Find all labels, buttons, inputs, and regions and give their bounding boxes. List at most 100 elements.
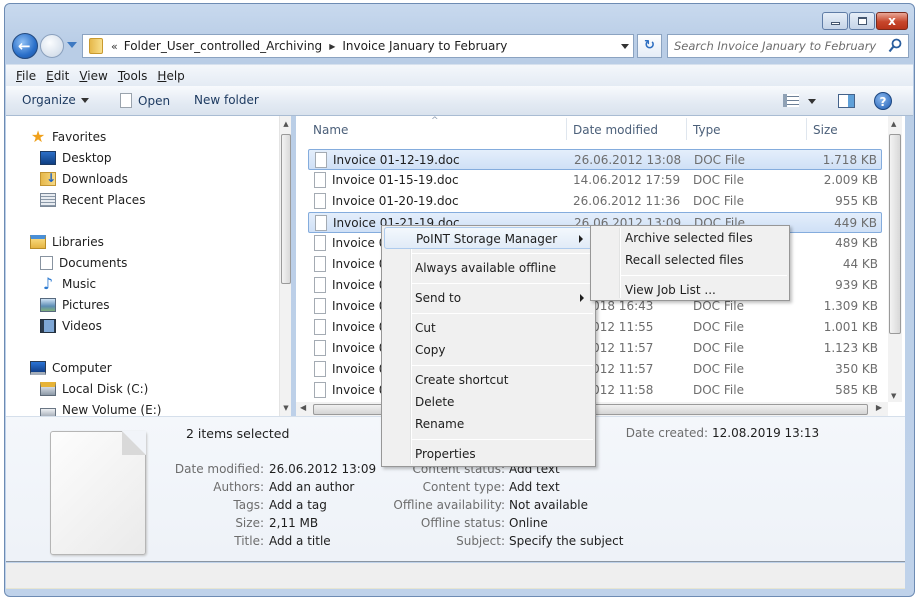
organize-label: Organize: [22, 93, 76, 107]
menu-item-properties[interactable]: Properties: [384, 443, 593, 465]
maximize-button[interactable]: [849, 12, 875, 30]
file-date-modified: 26.06.2012 13:08: [574, 153, 682, 167]
pictures-icon: [40, 298, 56, 312]
sidebar-item-downloads[interactable]: Downloads: [40, 171, 128, 186]
command-bar: Organize Open New folder ?: [6, 86, 913, 116]
breadcrumb-folder-user-controlled-archiving[interactable]: Folder_User_controlled_Archiving: [124, 39, 322, 53]
property-value[interactable]: Add text: [509, 480, 560, 494]
menu-item-point-storage-manager[interactable]: PoINT Storage Manager: [384, 227, 593, 249]
breadcrumb-overflow[interactable]: «: [111, 40, 118, 53]
breadcrumb-arrow-icon[interactable]: ▶: [329, 42, 335, 51]
menu-item-always-available-offline[interactable]: Always available offline: [384, 257, 593, 279]
sidebar-item-videos[interactable]: Videos: [40, 319, 102, 333]
menu-edit-label: dit: [53, 68, 70, 83]
menu-help[interactable]: Help: [155, 69, 192, 83]
open-button[interactable]: Open: [120, 93, 170, 108]
menu-item-rename[interactable]: Rename: [384, 413, 593, 435]
file-type: DOC File: [693, 173, 744, 187]
help-icon[interactable]: ?: [874, 92, 892, 110]
forward-button[interactable]: [40, 34, 64, 58]
navigation-pane-scrollbar[interactable]: ▲ ▼: [279, 116, 291, 416]
file-size: 1.309 KB: [823, 299, 878, 313]
address-dropdown-icon[interactable]: [621, 44, 629, 49]
file-row[interactable]: Invoice 01-12-19.doc 26.06.2012 13:08 DOC …: [308, 149, 882, 170]
menu-item-copy[interactable]: Copy: [384, 339, 593, 361]
back-button[interactable]: ←: [12, 33, 38, 59]
scroll-up-icon[interactable]: ▲: [891, 120, 896, 128]
column-header-type[interactable]: Type: [693, 123, 721, 137]
organize-button[interactable]: Organize: [22, 93, 89, 107]
sidebar-item-recent-places[interactable]: Recent Places: [40, 193, 145, 207]
menu-item-label: PoINT Storage Manager: [416, 232, 558, 246]
menu-item-create-shortcut[interactable]: Create shortcut: [384, 369, 593, 391]
column-header-name[interactable]: Name: [313, 123, 348, 137]
sidebar-group-favorites[interactable]: ★ Favorites: [30, 129, 106, 145]
property-value[interactable]: Online: [509, 516, 548, 530]
document-icon: [314, 340, 326, 356]
back-arrow-icon: ←: [18, 37, 31, 55]
search-box[interactable]: [667, 34, 909, 58]
scroll-right-icon[interactable]: ▶: [876, 403, 882, 412]
search-icon[interactable]: [888, 38, 902, 54]
breadcrumb-invoice-january-to-february[interactable]: Invoice January to February: [342, 39, 507, 53]
volume-icon: [40, 408, 56, 416]
menu-item-send-to[interactable]: Send to: [384, 287, 593, 309]
menu-view[interactable]: View: [77, 69, 115, 83]
column-header-date-modified[interactable]: Date modified: [573, 123, 658, 137]
desktop-icon: [40, 151, 56, 165]
scrollbar-thumb[interactable]: [889, 134, 901, 334]
menu-edit[interactable]: Edit: [44, 69, 77, 83]
menu-tools[interactable]: Tools: [116, 69, 156, 83]
recent-pages-dropdown-icon[interactable]: [67, 42, 77, 48]
sidebar-item-label: New Volume (E:): [62, 403, 162, 416]
view-options-dropdown-icon[interactable]: [808, 99, 816, 104]
menu-separator: [412, 283, 593, 284]
change-view-icon[interactable]: [783, 94, 799, 107]
scroll-down-icon[interactable]: ▼: [891, 392, 896, 400]
preview-pane-icon[interactable]: [838, 94, 855, 108]
sidebar-item-local-disk-c[interactable]: Local Disk (C:): [40, 382, 148, 396]
column-divider[interactable]: [806, 118, 807, 140]
close-button[interactable]: x: [876, 12, 908, 30]
sidebar-item-desktop[interactable]: Desktop: [40, 151, 112, 165]
column-header-size[interactable]: Size: [813, 123, 838, 137]
new-folder-button[interactable]: New folder: [194, 93, 259, 107]
menu-item-delete[interactable]: Delete: [384, 391, 593, 413]
sidebar-item-pictures[interactable]: Pictures: [40, 298, 110, 312]
menu-item-recall-selected-files[interactable]: Recall selected files: [593, 249, 787, 271]
file-row[interactable]: Invoice 01-15-19.doc 14.06.2012 17:59 DOC …: [308, 170, 882, 191]
search-input[interactable]: [668, 35, 878, 57]
sidebar-item-documents[interactable]: Documents: [40, 256, 127, 270]
downloads-icon: [40, 171, 56, 186]
scroll-down-icon[interactable]: ▼: [282, 404, 290, 414]
property-value[interactable]: 12.08.2019 13:13: [712, 426, 819, 440]
address-bar[interactable]: « Folder_User_controlled_Archiving ▶ Inv…: [82, 34, 634, 58]
menu-item-label: Recall selected files: [625, 253, 744, 267]
sidebar-group-libraries[interactable]: Libraries: [30, 235, 104, 249]
property-value[interactable]: Not available: [509, 498, 588, 512]
column-divider[interactable]: [566, 118, 567, 140]
scrollbar-thumb[interactable]: [281, 134, 291, 284]
file-list-vertical-scrollbar[interactable]: ▲ ▼: [888, 116, 902, 402]
menu-item-archive-selected-files[interactable]: Archive selected files: [593, 227, 787, 249]
property-value[interactable]: Specify the subject: [509, 534, 623, 548]
sidebar-group-computer[interactable]: Computer: [30, 361, 112, 375]
menu-help-label: elp: [166, 68, 185, 83]
property-label: Content type:: [422, 480, 505, 494]
property-label: Size:: [235, 516, 264, 530]
computer-icon: [30, 361, 46, 375]
menu-item-cut[interactable]: Cut: [384, 317, 593, 339]
sidebar-item-music[interactable]: ♪ Music: [40, 276, 96, 292]
minimize-button[interactable]: [822, 12, 848, 30]
refresh-button[interactable]: ↻: [637, 34, 662, 58]
scroll-left-icon[interactable]: ◀: [300, 403, 306, 412]
menu-file[interactable]: File: [14, 69, 44, 83]
sidebar-item-new-volume-e[interactable]: New Volume (E:): [40, 403, 161, 416]
column-divider[interactable]: [686, 118, 687, 140]
menu-item-view-job-list[interactable]: View Job List ...: [593, 279, 787, 301]
file-row[interactable]: Invoice 01-20-19.doc 26.06.2012 11:36 DOC …: [308, 191, 882, 212]
document-icon: [315, 215, 327, 231]
menu-item-label: Create shortcut: [415, 373, 509, 387]
scroll-up-icon[interactable]: ▲: [282, 120, 290, 130]
maximize-icon: [858, 17, 867, 25]
